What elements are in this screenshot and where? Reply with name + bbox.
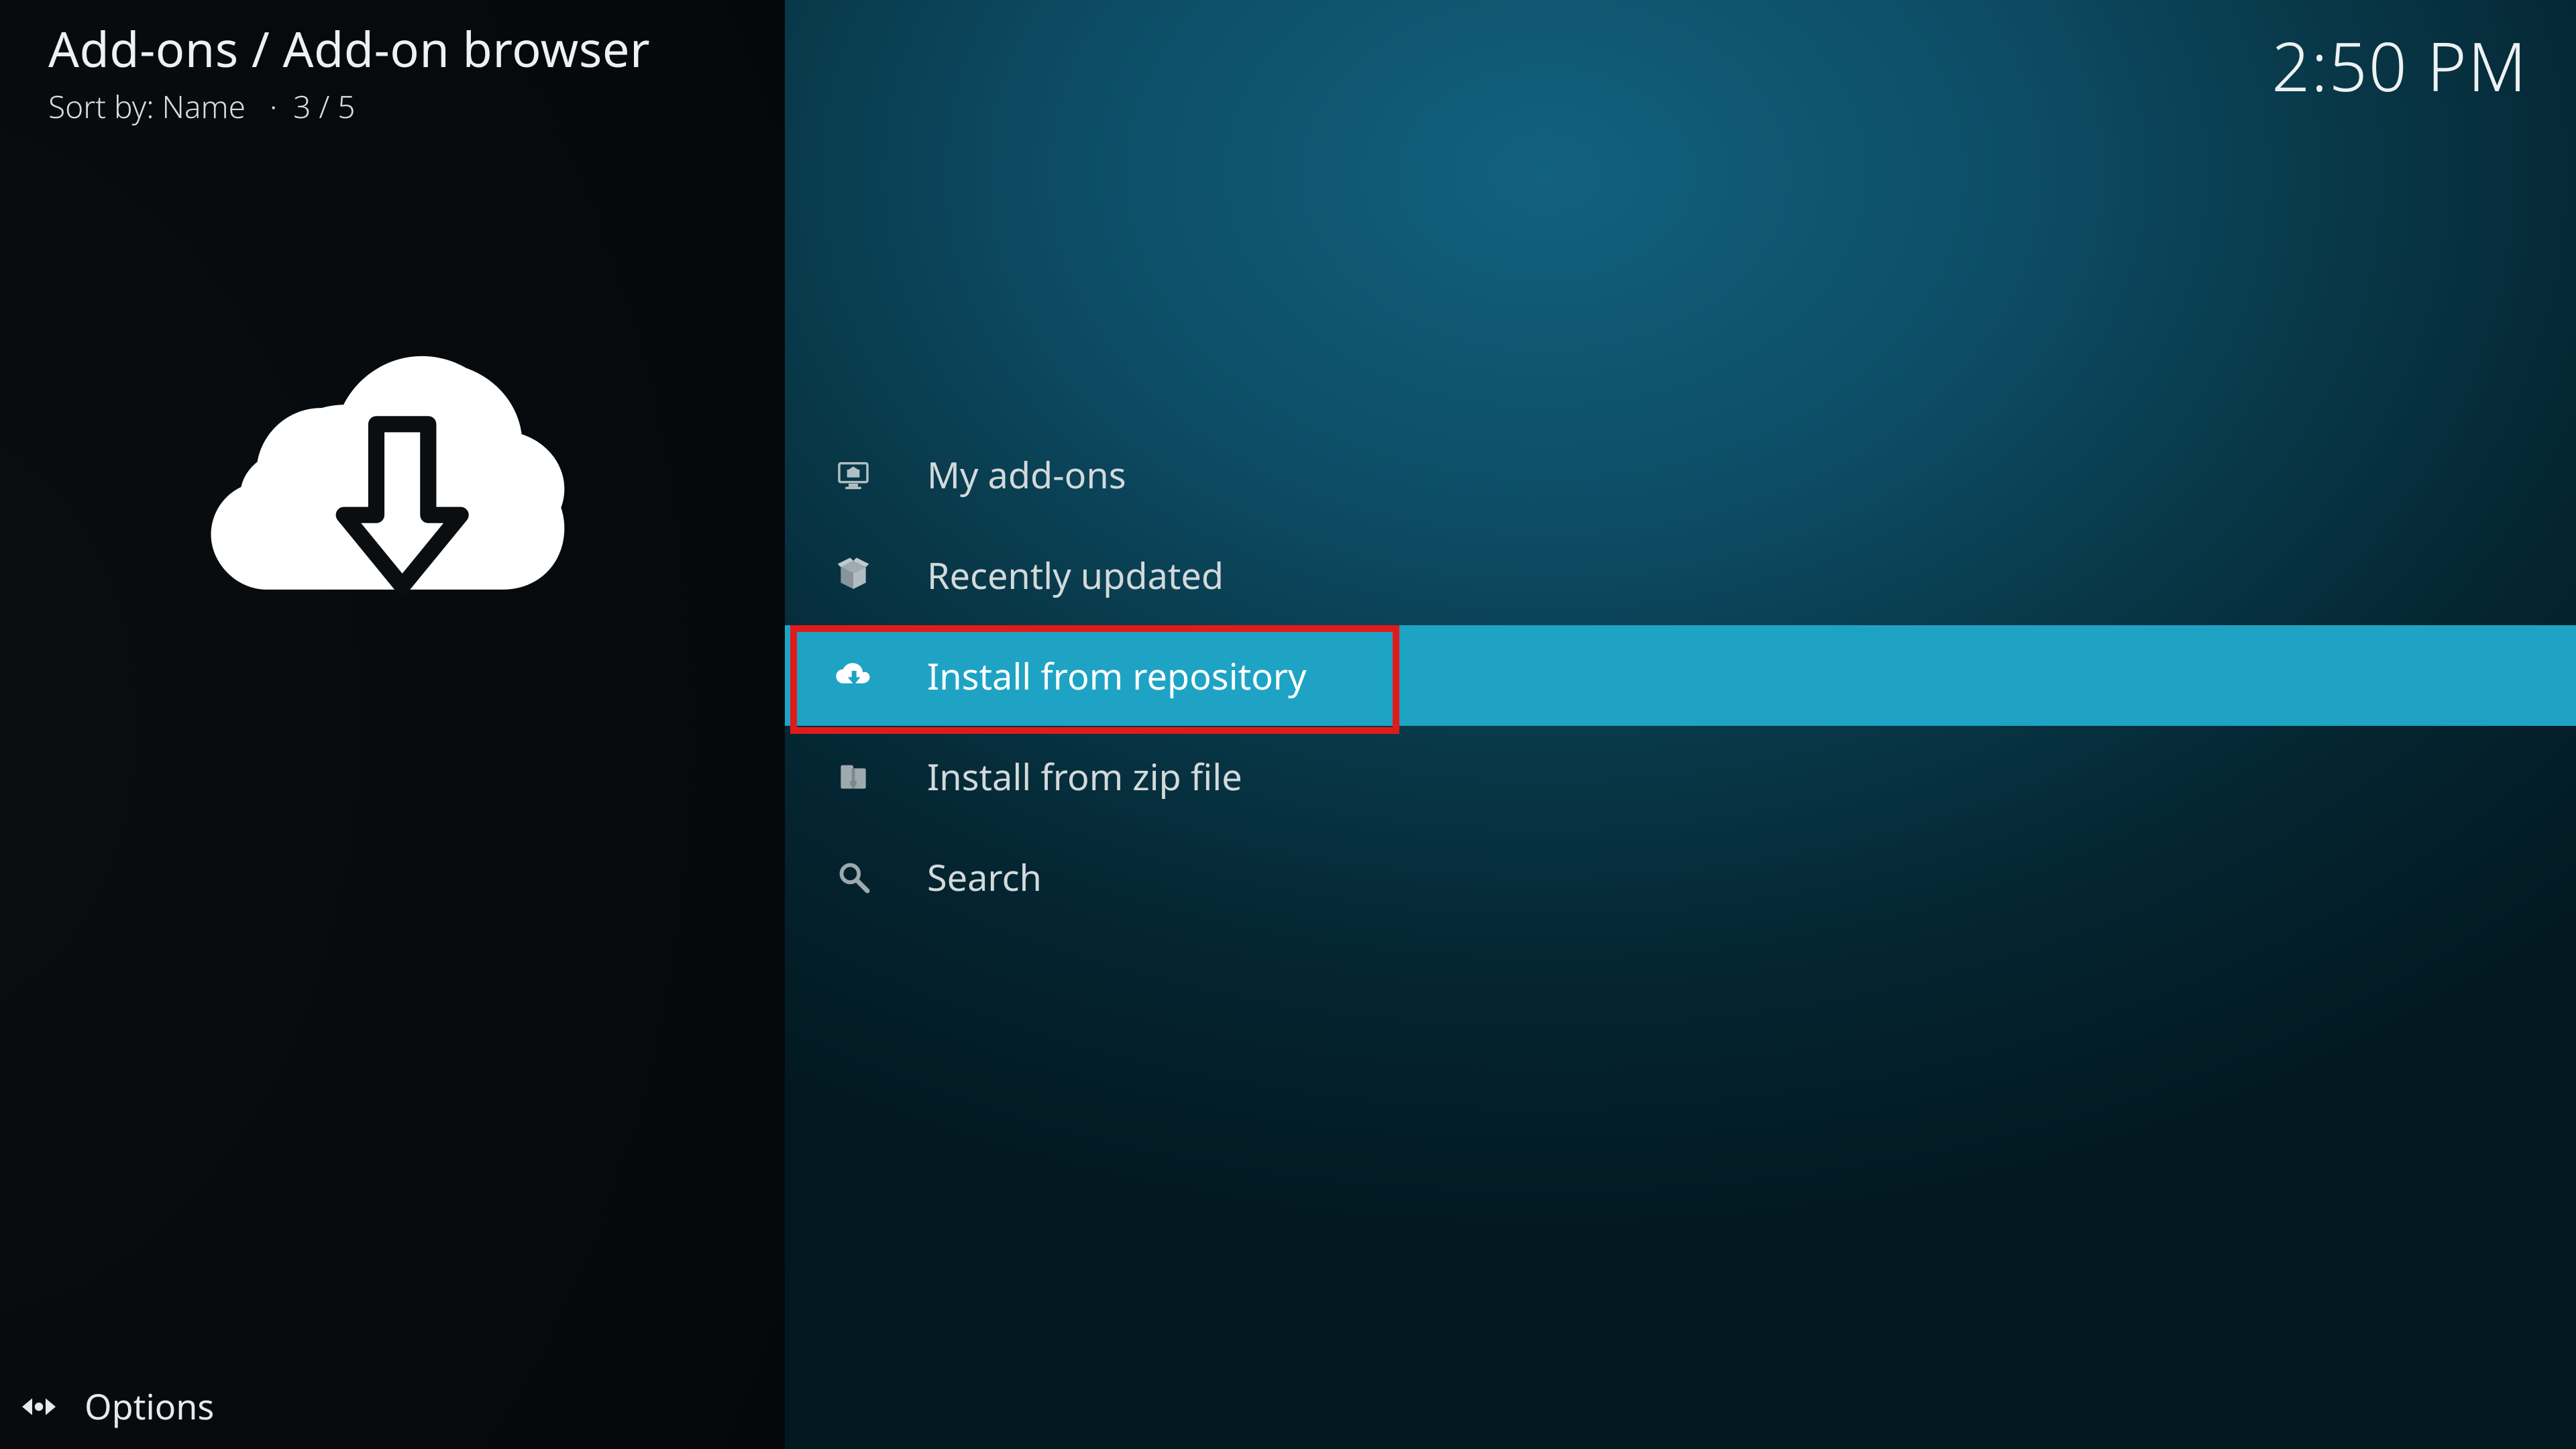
menu-item-install-from-repository[interactable]: Install from repository — [785, 625, 2576, 726]
breadcrumb: Add-ons / Add-on browser — [48, 16, 650, 82]
menu-list: My add-ons Recently updated Install from… — [785, 424, 2576, 927]
zip-file-icon — [832, 755, 875, 798]
header: Add-ons / Add-on browser Sort by: Name ·… — [48, 16, 2528, 127]
separator: · — [270, 86, 277, 127]
menu-item-search[interactable]: Search — [785, 826, 2576, 927]
sort-label: Sort by: Name — [48, 86, 246, 127]
sidebar-panel — [0, 0, 785, 1449]
menu-item-label: My add-ons — [927, 449, 1126, 499]
position-indicator: 3 / 5 — [293, 86, 355, 127]
menu-item-label: Install from repository — [927, 651, 1307, 700]
menu-item-recently-updated[interactable]: Recently updated — [785, 525, 2576, 625]
sort-line: Sort by: Name · 3 / 5 — [48, 86, 650, 127]
cloud-download-icon — [201, 295, 590, 644]
monitor-box-icon — [832, 453, 875, 496]
cloud-down-icon — [832, 654, 875, 697]
menu-item-label: Search — [927, 852, 1042, 902]
sliders-icon — [19, 1387, 59, 1427]
menu-item-label: Recently updated — [927, 550, 1224, 600]
menu-item-label: Install from zip file — [927, 751, 1242, 801]
options-button[interactable]: Options — [19, 1383, 214, 1430]
clock: 2:50 PM — [2271, 20, 2528, 111]
menu-item-install-from-zip[interactable]: Install from zip file — [785, 726, 2576, 826]
search-icon — [832, 855, 875, 898]
menu-item-my-addons[interactable]: My add-ons — [785, 424, 2576, 525]
open-box-icon — [832, 553, 875, 596]
options-label: Options — [85, 1383, 214, 1430]
